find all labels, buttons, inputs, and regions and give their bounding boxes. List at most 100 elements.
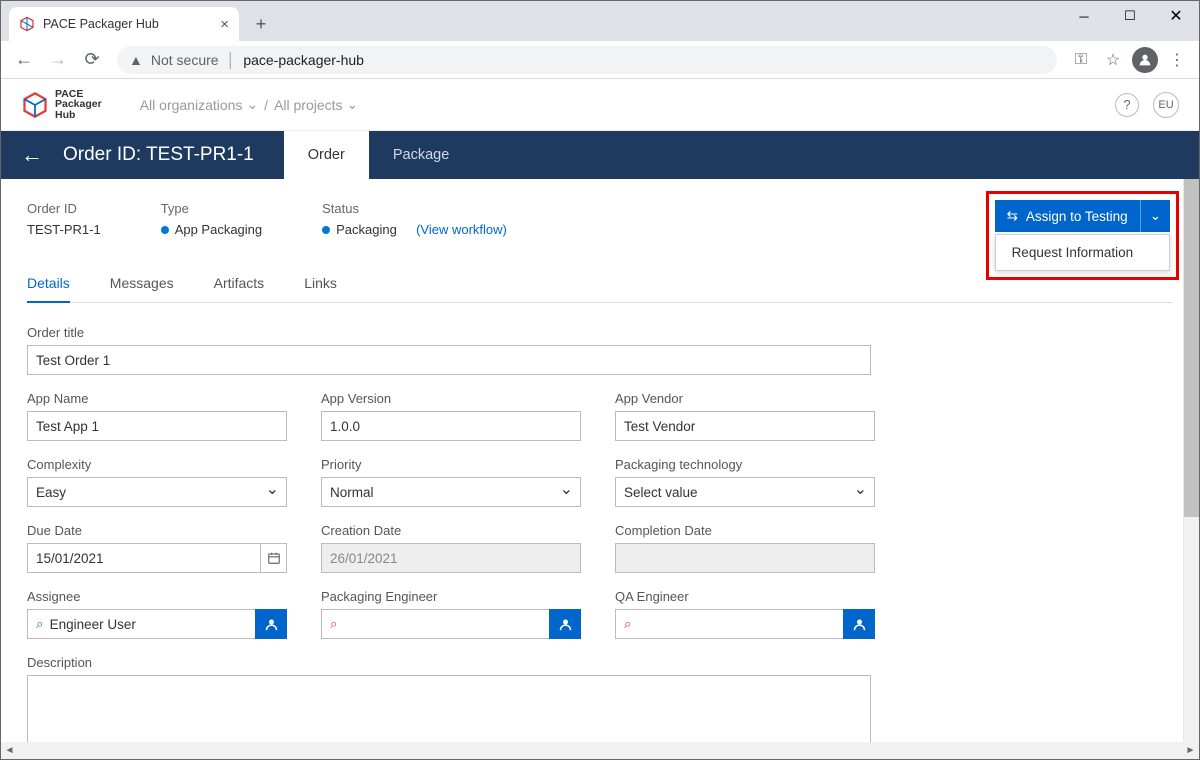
order-title-input[interactable]: [27, 345, 871, 375]
assign-button-label: Assign to Testing: [1026, 209, 1128, 224]
field-creation-date: Creation Date: [321, 523, 581, 573]
window-controls: ─ ☐ ✕: [1061, 1, 1199, 31]
page-back-icon[interactable]: ←: [21, 142, 43, 168]
assignee-input[interactable]: ⌕Engineer User: [27, 609, 255, 639]
app-vendor-input[interactable]: [615, 411, 875, 441]
creation-date-label: Creation Date: [321, 523, 581, 538]
tab-order[interactable]: Order: [284, 131, 369, 179]
meta-label: Type: [161, 201, 262, 216]
field-qa-engineer: QA Engineer ⌕: [615, 589, 875, 639]
description-label: Description: [27, 655, 871, 670]
field-app-vendor: App Vendor: [615, 391, 875, 441]
pkg-eng-input[interactable]: ⌕: [321, 609, 549, 639]
field-completion-date: Completion Date: [615, 523, 875, 573]
assignee-label: Assignee: [27, 589, 287, 604]
qa-eng-label: QA Engineer: [615, 589, 875, 604]
content-area: Order ID TEST-PR1-1 Type App Packaging S…: [1, 179, 1199, 743]
address-bar[interactable]: ▲ Not secure │ pace-packager-hub: [117, 46, 1057, 74]
reload-icon[interactable]: ⟳: [77, 45, 107, 75]
close-icon[interactable]: ×: [210, 16, 229, 33]
app-version-label: App Version: [321, 391, 581, 406]
workflow-icon: ⇆: [1007, 208, 1018, 224]
star-icon[interactable]: ☆: [1099, 46, 1127, 74]
close-window-icon[interactable]: ✕: [1153, 1, 1199, 31]
meta-order-id: Order ID TEST-PR1-1: [27, 201, 101, 237]
calendar-icon[interactable]: [260, 543, 287, 573]
meta-value: TEST-PR1-1: [27, 222, 101, 237]
breadcrumb: All organizations ⌄ / All projects ⌄: [140, 96, 359, 113]
complexity-label: Complexity: [27, 457, 287, 472]
browser-tab[interactable]: PACE Packager Hub ×: [9, 7, 239, 41]
subtab-details[interactable]: Details: [27, 265, 70, 303]
scrollbar-thumb[interactable]: [1184, 179, 1199, 517]
url-text: pace-packager-hub: [243, 52, 364, 68]
field-app-version: App Version: [321, 391, 581, 441]
menu-icon[interactable]: ⋮: [1163, 46, 1191, 74]
forward-icon: →: [43, 45, 73, 75]
field-pkg-tech: Packaging technology: [615, 457, 875, 507]
scrollbar-horizontal[interactable]: ◄ ►: [1, 742, 1199, 759]
page-title: Order ID: TEST-PR1-1: [63, 144, 254, 166]
field-assignee: Assignee ⌕Engineer User: [27, 589, 287, 639]
user-badge[interactable]: EU: [1153, 92, 1179, 118]
warning-icon: ▲: [129, 52, 143, 68]
subtab-links[interactable]: Links: [304, 265, 337, 302]
pkg-tech-select[interactable]: [615, 477, 875, 507]
status-dot-icon: [161, 226, 169, 234]
subtab-artifacts[interactable]: Artifacts: [214, 265, 265, 302]
breadcrumb-proj[interactable]: All projects ⌄: [274, 96, 358, 113]
user-picker-icon[interactable]: [549, 609, 581, 639]
creation-date-input: [321, 543, 581, 573]
chevron-down-icon[interactable]: ⌄: [1141, 208, 1170, 224]
description-input[interactable]: [27, 675, 871, 743]
user-picker-icon[interactable]: [843, 609, 875, 639]
order-title-label: Order title: [27, 325, 871, 340]
field-due-date: Due Date: [27, 523, 287, 573]
app-name-input[interactable]: [27, 411, 287, 441]
completion-date-label: Completion Date: [615, 523, 875, 538]
assign-menu: Request Information: [995, 234, 1170, 271]
field-order-title: Order title: [27, 325, 871, 375]
meta-status: Status Packaging (View workflow): [322, 201, 507, 237]
chevron-down-icon: ⌄: [347, 96, 359, 113]
back-icon[interactable]: ←: [9, 45, 39, 75]
field-priority: Priority: [321, 457, 581, 507]
search-icon: ⌕: [330, 616, 338, 632]
status-dot-icon: [322, 226, 330, 234]
assign-button[interactable]: ⇆ Assign to Testing ⌄: [995, 200, 1170, 232]
logo-text: PACEPackagerHub: [55, 89, 102, 121]
meta-label: Order ID: [27, 201, 101, 216]
field-app-name: App Name: [27, 391, 287, 441]
new-tab-button[interactable]: +: [247, 10, 275, 38]
cube-icon: [19, 16, 35, 32]
qa-eng-input[interactable]: ⌕: [615, 609, 843, 639]
breadcrumb-org-label: All organizations: [140, 97, 243, 113]
app-logo[interactable]: PACEPackagerHub: [21, 89, 102, 121]
priority-select[interactable]: [321, 477, 581, 507]
key-icon[interactable]: ⚿: [1067, 46, 1095, 74]
app-version-input[interactable]: [321, 411, 581, 441]
maximize-icon[interactable]: ☐: [1107, 1, 1153, 31]
due-date-input[interactable]: [27, 543, 260, 573]
breadcrumb-proj-label: All projects: [274, 97, 342, 113]
minimize-icon[interactable]: ─: [1061, 1, 1107, 31]
app-header: PACEPackagerHub All organizations ⌄ / Al…: [1, 79, 1199, 131]
menu-item-request-info[interactable]: Request Information: [996, 235, 1169, 270]
breadcrumb-org[interactable]: All organizations ⌄: [140, 96, 258, 113]
meta-value: Packaging: [336, 222, 397, 237]
scrollbar-vertical[interactable]: [1183, 179, 1199, 743]
scroll-right-icon[interactable]: ►: [1182, 742, 1199, 759]
complexity-select[interactable]: [27, 477, 287, 507]
view-workflow-link[interactable]: (View workflow): [416, 222, 507, 237]
user-picker-icon[interactable]: [255, 609, 287, 639]
help-icon[interactable]: ?: [1115, 93, 1139, 117]
profile-icon[interactable]: [1131, 46, 1159, 74]
scroll-left-icon[interactable]: ◄: [1, 742, 18, 759]
due-date-label: Due Date: [27, 523, 287, 538]
field-description: Description: [27, 655, 871, 743]
priority-label: Priority: [321, 457, 581, 472]
app-name-label: App Name: [27, 391, 287, 406]
subtab-messages[interactable]: Messages: [110, 265, 174, 302]
order-meta-row: Order ID TEST-PR1-1 Type App Packaging S…: [27, 201, 1173, 237]
tab-package[interactable]: Package: [369, 131, 473, 179]
